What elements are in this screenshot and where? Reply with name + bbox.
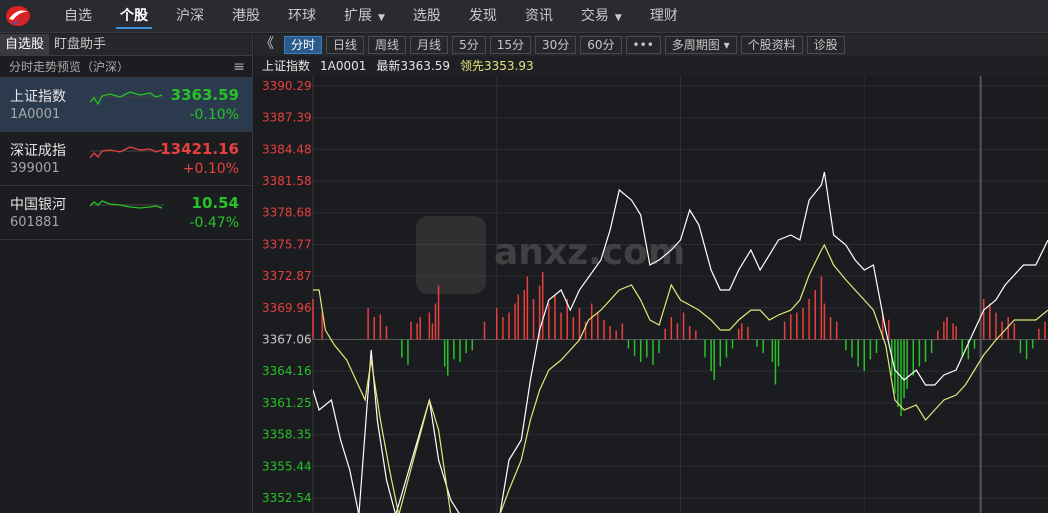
period-button-9[interactable]: 多周期图 ▾ — [664, 36, 737, 54]
nav-item-3[interactable]: 港股 — [218, 0, 274, 33]
y-tick-label: 3384.48 — [262, 142, 312, 156]
nav-item-label: 交易 — [580, 7, 609, 24]
stock-name: 中国银河 — [10, 197, 66, 213]
period-button-7[interactable]: 60分 — [580, 36, 622, 54]
stock-name: 上证指数 — [10, 89, 66, 105]
stock-change: +0.10% — [182, 161, 239, 177]
info-leading: 领先3353.93 — [460, 59, 534, 73]
hamburger-icon[interactable]: ≡ — [233, 59, 245, 75]
watchlist-item[interactable]: 上证指数 1A0001 3363.59 -0.10% — [0, 78, 252, 132]
period-button-3[interactable]: 月线 — [410, 36, 449, 54]
period-button-2[interactable]: 周线 — [368, 36, 407, 54]
app-logo — [6, 6, 30, 26]
watermark-text: anxz.com — [494, 232, 685, 273]
nav-item-label: 扩展 — [344, 7, 372, 24]
nav-item-1[interactable]: 个股 — [106, 0, 162, 33]
stock-code: 1A0001 — [10, 107, 61, 122]
sparkline-chart — [89, 142, 164, 168]
period-button-6[interactable]: 30分 — [534, 36, 577, 54]
watchlist-item[interactable]: 深证成指 399001 13421.16 +0.10% — [0, 132, 252, 186]
sparkline-chart — [89, 88, 164, 114]
watchlist-item[interactable]: 中国银河 601881 10.54 -0.47% — [0, 186, 252, 240]
nav-item-9[interactable]: 交易 ▼ — [567, 0, 636, 33]
nav-item-label: 沪深 — [176, 7, 204, 24]
stock-name: 深证成指 — [10, 143, 66, 159]
y-tick-label: 3367.06 — [262, 333, 312, 347]
collapse-panel-icon[interactable]: 《 — [258, 36, 280, 54]
y-tick-label: 3369.96 — [262, 301, 312, 315]
info-name: 上证指数 — [262, 59, 311, 73]
nav-item-label: 自选 — [64, 7, 92, 24]
quote-info-bar: 上证指数 1A0001 最新3363.59 领先3353.93 — [254, 56, 1048, 76]
stock-code: 399001 — [10, 161, 60, 176]
intraday-chart[interactable]: 3390.29 3387.39 3384.48 3381.58 3378.68 3375.… — [254, 76, 1048, 513]
nav-item-label: 环球 — [288, 7, 316, 24]
y-tick-label: 3361.25 — [262, 396, 312, 410]
y-tick-label: 3352.54 — [262, 491, 312, 505]
y-tick-label: 3378.68 — [262, 206, 312, 220]
nav-item-label: 理财 — [649, 7, 678, 24]
nav-item-label: 发现 — [468, 7, 497, 24]
sidebar-tab-1[interactable]: 盯盘助手 — [49, 34, 111, 55]
stock-price: 3363.59 — [170, 86, 239, 104]
stock-change: -0.47% — [189, 215, 239, 231]
stock-change: -0.10% — [189, 107, 239, 123]
info-latest: 最新3363.59 — [376, 59, 451, 73]
info-code: 1A0001 — [320, 59, 367, 73]
sidebar-header: 分时走势预览（沪深） ≡ — [0, 56, 252, 78]
y-tick-label: 3390.29 — [262, 79, 312, 93]
sidebar-tab-0[interactable]: 自选股 — [0, 34, 50, 55]
period-button-1[interactable]: 日线 — [326, 36, 365, 54]
sidebar: 自选股 盯盘助手 分时走势预览（沪深） ≡ 上证指数 1A0001 3363.59 -0… — [0, 34, 253, 513]
nav-item-7[interactable]: 发现 — [455, 0, 511, 33]
period-button-11[interactable]: 诊股 — [806, 36, 845, 54]
y-tick-label: 3387.39 — [262, 111, 312, 125]
sidebar-header-title: 分时走势预览（沪深） — [9, 60, 130, 74]
period-button-4[interactable]: 5分 — [452, 36, 486, 54]
y-tick-label: 3364.16 — [262, 364, 312, 378]
period-button-5[interactable]: 15分 — [489, 36, 531, 54]
watermark-logo — [416, 216, 486, 294]
period-button-10[interactable]: 个股资料 — [740, 36, 803, 54]
caret-down-icon: ▼ — [378, 12, 385, 23]
nav-item-2[interactable]: 沪深 — [162, 0, 218, 33]
caret-down-icon: ▼ — [614, 12, 622, 23]
top-nav: 自选 个股 沪深 港股 环球 扩展 ▼ 选股 发现 资讯 交易 ▼ 理财 — [0, 0, 1048, 33]
period-button-8[interactable]: ••• — [625, 36, 661, 54]
period-button-0[interactable]: 分时 — [284, 36, 323, 54]
sparkline-chart — [89, 196, 164, 222]
nav-item-label: 港股 — [232, 7, 260, 24]
nav-item-5[interactable]: 扩展 ▼ — [330, 0, 399, 33]
nav-item-label: 个股 — [120, 7, 148, 24]
nav-item-4[interactable]: 环球 — [274, 0, 330, 33]
y-tick-label: 3372.87 — [262, 269, 312, 283]
y-tick-label: 3358.35 — [262, 428, 312, 442]
nav-item-0[interactable]: 自选 — [50, 0, 106, 33]
nav-item-label: 资讯 — [524, 7, 553, 24]
nav-item-10[interactable]: 理财 — [636, 0, 692, 33]
nav-item-8[interactable]: 资讯 — [511, 0, 567, 33]
y-tick-label: 3355.44 — [262, 459, 312, 473]
y-tick-label: 3381.58 — [262, 174, 312, 188]
sidebar-tabs: 自选股 盯盘助手 — [0, 34, 252, 56]
caret-down-icon: ▾ — [719, 38, 730, 52]
chart-toolbar: 《分时 日线 周线 月线 5分 15分 30分 60分 ••• 多周期图 ▾ 个股资料 诊股 — [254, 34, 1048, 56]
stock-code: 601881 — [10, 215, 60, 230]
nav-item-label: 选股 — [412, 7, 441, 24]
stock-price: 13421.16 — [160, 140, 239, 158]
nav-item-6[interactable]: 选股 — [399, 0, 455, 33]
stock-price: 10.54 — [191, 194, 239, 212]
y-tick-label: 3375.77 — [262, 237, 312, 251]
